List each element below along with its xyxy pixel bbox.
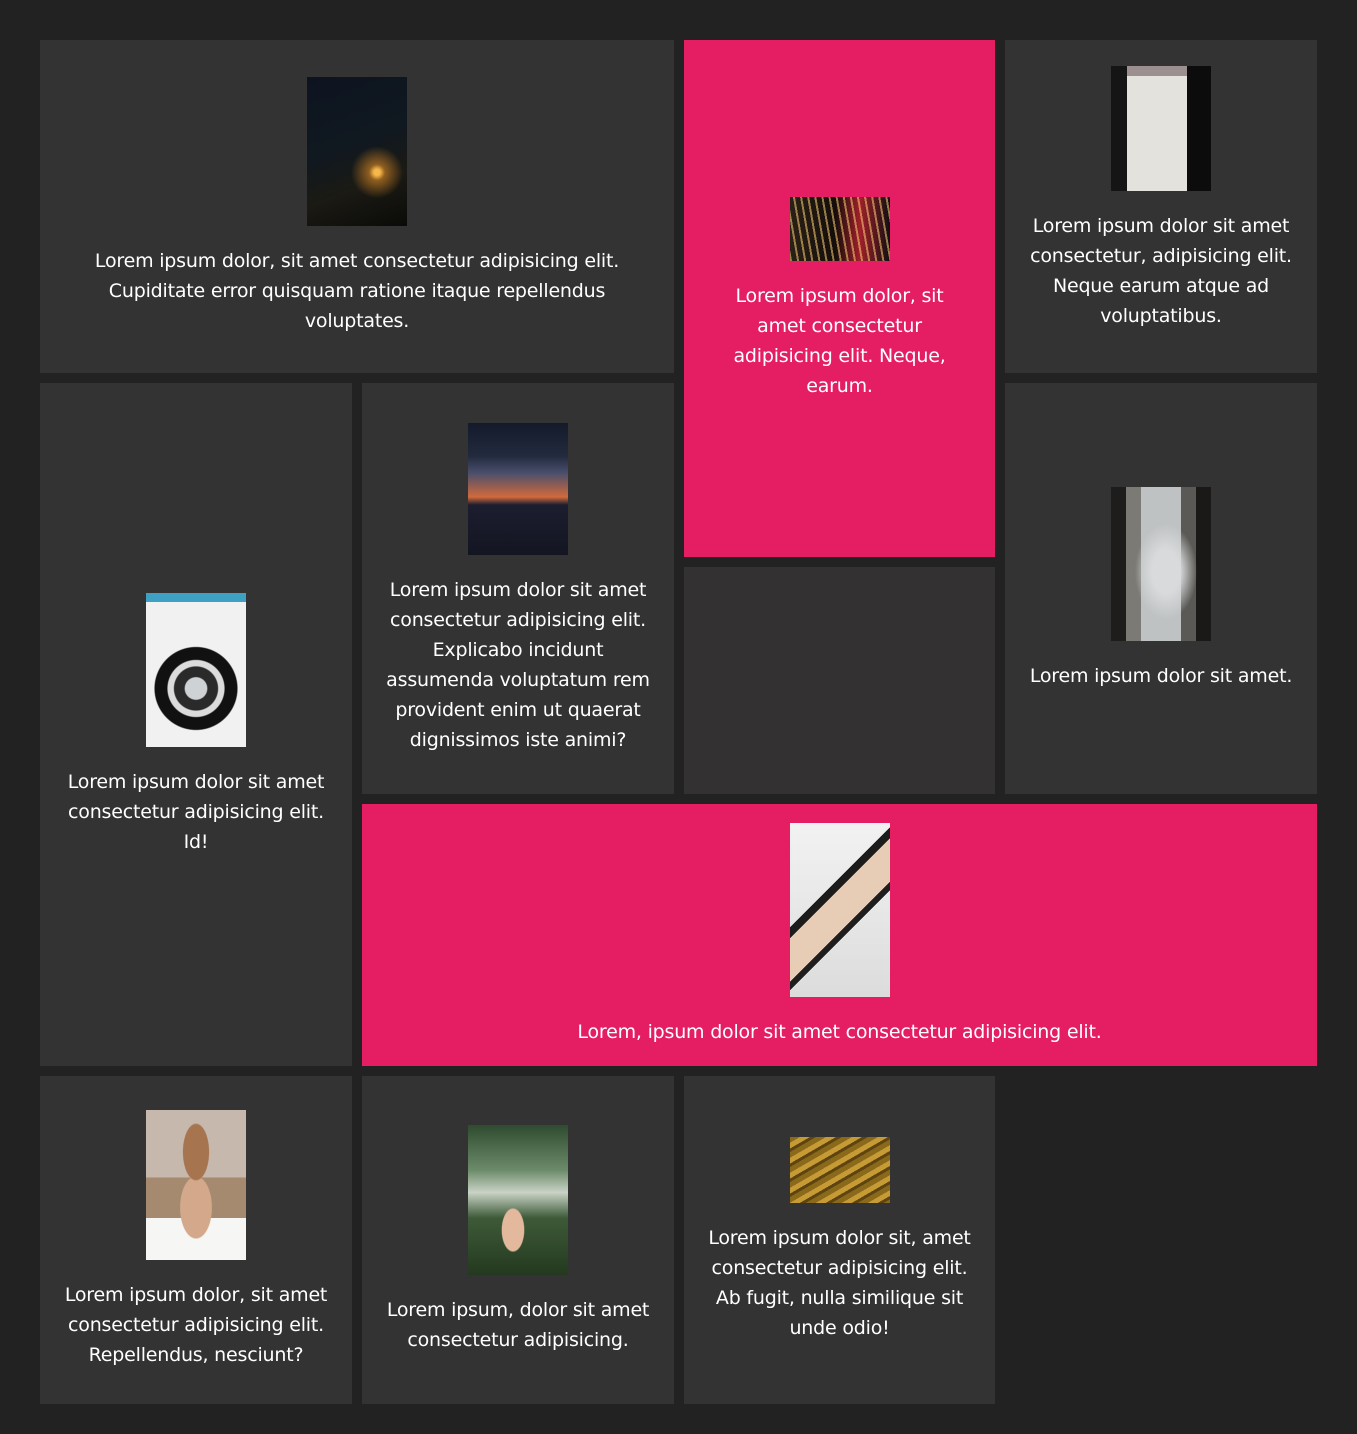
card-text: Lorem ipsum dolor, sit amet consectetur … — [94, 250, 620, 332]
card-6: Lorem ipsum dolor sit amet. — [1005, 383, 1317, 794]
card-2-featured: Lorem ipsum dolor, sit amet consectetur … — [684, 40, 995, 557]
card-8: Lorem ipsum dolor, sit amet consectetur … — [40, 1076, 352, 1404]
card-text: Lorem ipsum dolor, sit amet consectetur … — [733, 284, 946, 397]
light-trails-image — [789, 196, 890, 261]
card-text: Lorem ipsum dolor sit amet consectetur a… — [67, 770, 325, 853]
woman-back-image — [146, 1110, 246, 1260]
window-woman-image — [1111, 486, 1211, 641]
card-text: Lorem ipsum dolor, sit amet consectetur … — [64, 1284, 328, 1366]
card-grid: Lorem ipsum dolor, sit amet consectetur … — [40, 40, 1317, 1404]
card-1: Lorem ipsum dolor, sit amet consectetur … — [40, 40, 674, 373]
empty-card — [684, 567, 995, 794]
card-10: Lorem ipsum dolor sit, amet consectetur … — [684, 1076, 995, 1404]
card-text: Lorem, ipsum dolor sit amet consectetur … — [577, 1021, 1102, 1043]
card-text: Lorem ipsum dolor sit amet. — [1029, 664, 1293, 687]
card-text: Lorem ipsum dolor sit, amet consectetur … — [708, 1227, 971, 1339]
car-wheel-image — [146, 592, 246, 747]
shoes-image — [789, 823, 890, 997]
sunset-sky-image — [468, 422, 568, 555]
card-3: Lorem ipsum dolor sit amet consectetur, … — [1005, 40, 1317, 373]
card-9: Lorem ipsum, dolor sit amet consectetur … — [362, 1076, 674, 1404]
gold-waves-image — [789, 1137, 890, 1203]
card-text: Lorem ipsum dolor sit amet consectetur, … — [1030, 215, 1292, 327]
card-text: Lorem ipsum dolor sit amet consectetur a… — [386, 578, 650, 751]
hand-plant-image — [468, 1125, 568, 1275]
card-7-featured-wide: Lorem, ipsum dolor sit amet consectetur … — [362, 804, 1317, 1066]
card-text: Lorem ipsum, dolor sit amet consectetur … — [386, 1299, 650, 1351]
night-road-image — [307, 77, 407, 226]
house-facade-image — [1111, 66, 1211, 191]
card-4: Lorem ipsum dolor sit amet consectetur a… — [40, 383, 352, 1066]
card-5: Lorem ipsum dolor sit amet consectetur a… — [362, 383, 674, 794]
